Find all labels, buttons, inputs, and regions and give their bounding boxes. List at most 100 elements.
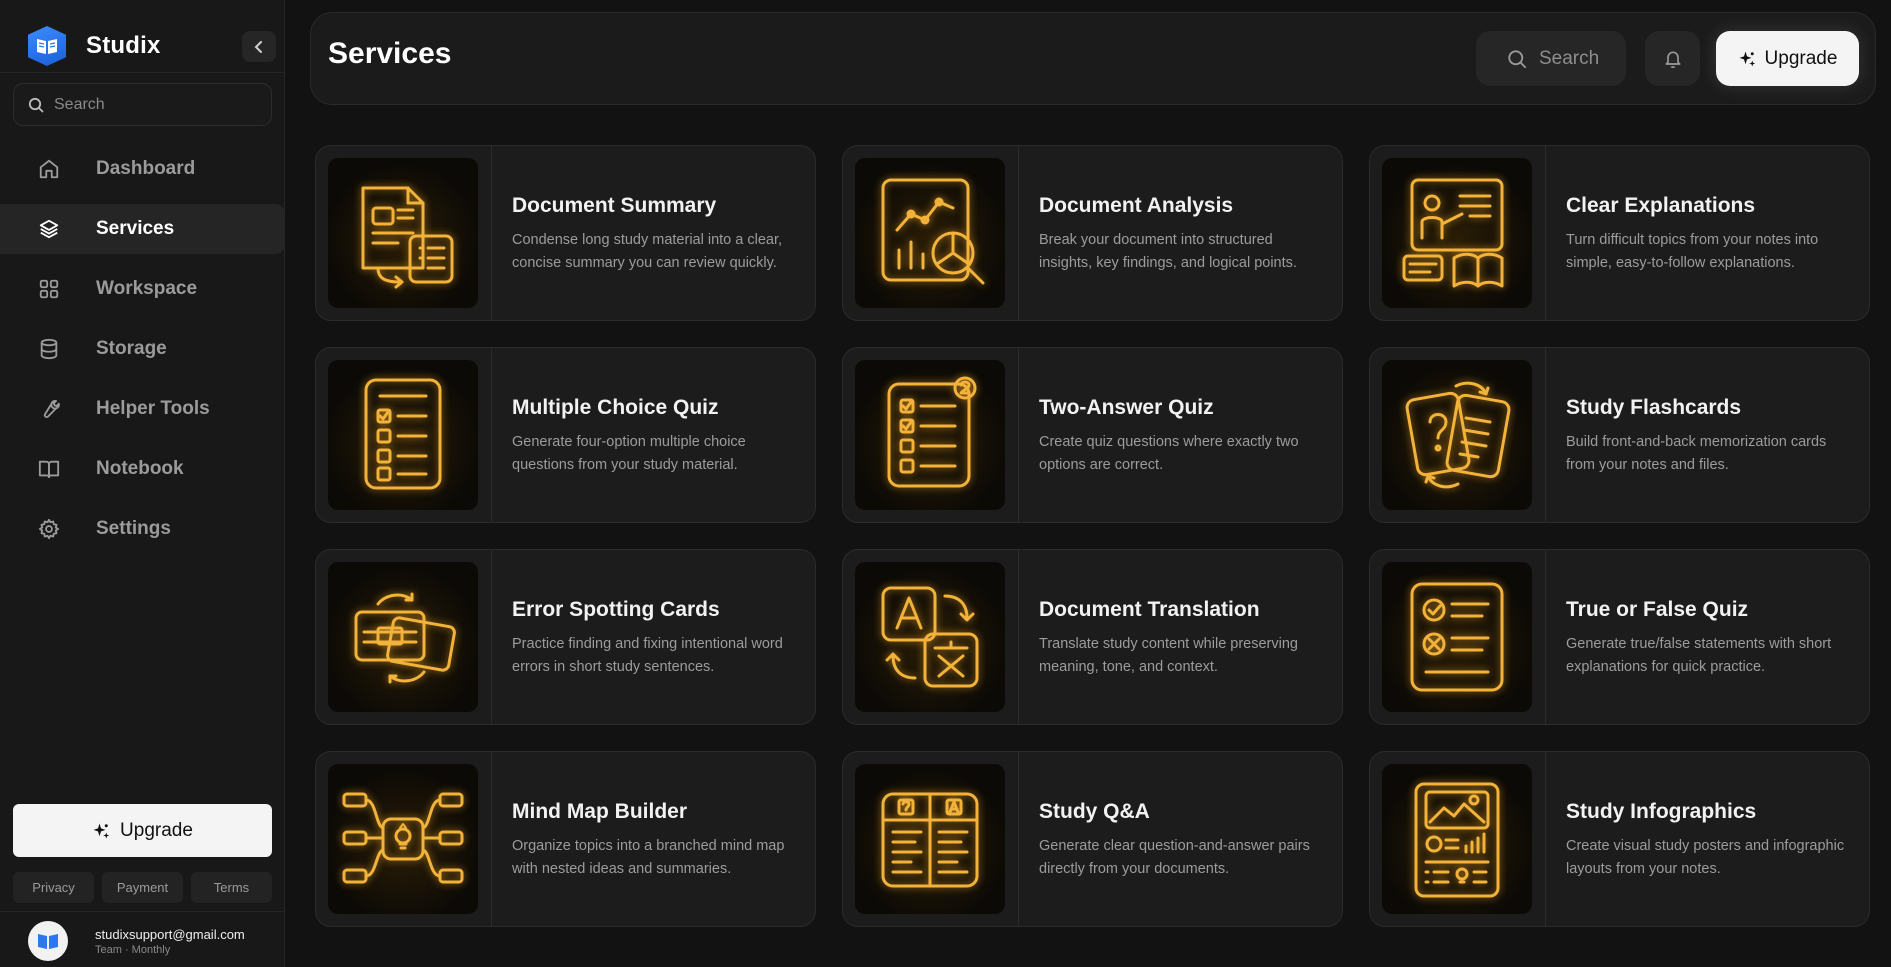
service-card-document-summary[interactable]: Document Summary Condense long study mat… <box>315 145 816 321</box>
teacher-board-icon <box>1382 158 1532 308</box>
page-title: Services <box>328 37 452 70</box>
chevron-left-icon <box>254 40 262 53</box>
studix-logo-icon <box>28 26 66 66</box>
payment-link[interactable]: Payment <box>102 872 183 903</box>
sidebar-item-label: Workspace <box>96 278 198 299</box>
service-card-document-analysis[interactable]: Document Analysis Break your document in… <box>842 145 1343 321</box>
header-search-button[interactable]: Search <box>1476 31 1626 86</box>
service-title: Study Q&A <box>1039 800 1150 823</box>
grid-icon <box>37 277 61 301</box>
checklist-icon <box>328 360 478 510</box>
wrench-icon <box>37 397 61 421</box>
qa-icon <box>855 764 1005 914</box>
gear-icon <box>37 517 61 541</box>
sidebar-item-services[interactable]: Services <box>0 204 285 254</box>
service-title: Two-Answer Quiz <box>1039 396 1214 419</box>
flashcards-icon <box>1382 360 1532 510</box>
page-header: Services Search Upgrade <box>310 12 1876 105</box>
service-description: Practice finding and fixing intentional … <box>512 636 783 675</box>
service-description: Break your document into structured insi… <box>1039 232 1297 271</box>
true-false-icon <box>1382 562 1532 712</box>
card-divider <box>491 752 492 926</box>
collapse-sidebar-button[interactable] <box>242 31 276 62</box>
service-card-multiple-choice-quiz[interactable]: Multiple Choice Quiz Generate four-optio… <box>315 347 816 523</box>
notifications-button[interactable] <box>1645 31 1700 86</box>
service-card-study-qa[interactable]: Study Q&A Generate clear question-and-an… <box>842 751 1343 927</box>
two-checks-icon <box>855 360 1005 510</box>
sidebar-item-label: Services <box>96 218 175 239</box>
sidebar-item-label: Dashboard <box>96 158 196 179</box>
service-description: Generate four-option multiple choice que… <box>512 434 746 473</box>
card-divider <box>491 550 492 724</box>
card-divider <box>1018 752 1019 926</box>
sidebar-search-input[interactable] <box>54 95 254 114</box>
card-divider <box>491 146 492 320</box>
service-description: Turn difficult topics from your notes in… <box>1566 232 1819 271</box>
sparkle-icon <box>93 823 110 838</box>
card-divider <box>1545 146 1546 320</box>
sidebar-item-helper-tools[interactable]: Helper Tools <box>0 384 285 434</box>
service-description: Create quiz questions where exactly two … <box>1039 434 1299 473</box>
header-upgrade-label: Upgrade <box>1764 47 1838 69</box>
header-upgrade-button[interactable]: Upgrade <box>1716 31 1859 86</box>
service-description: Build front-and-back memorization cards … <box>1566 434 1827 473</box>
user-account[interactable]: studixsupport@gmail.com Team · Monthly <box>28 921 245 961</box>
sidebar-item-label: Helper Tools <box>96 398 210 419</box>
service-title: Multiple Choice Quiz <box>512 396 719 419</box>
card-divider <box>1545 752 1546 926</box>
card-divider <box>1018 146 1019 320</box>
card-divider <box>491 348 492 522</box>
brand[interactable]: Studix <box>28 26 161 66</box>
brand-name: Studix <box>86 32 161 59</box>
header-search-label: Search <box>1539 47 1600 69</box>
service-card-study-infographics[interactable]: Study Infographics Create visual study p… <box>1369 751 1870 927</box>
sidebar-item-label: Notebook <box>96 458 184 479</box>
service-description: Create visual study posters and infograp… <box>1566 838 1845 877</box>
service-title: Clear Explanations <box>1566 194 1756 217</box>
mind-map-icon <box>328 764 478 914</box>
service-description: Translate study content while preserving… <box>1039 636 1298 675</box>
service-description: Condense long study material into a clea… <box>512 232 783 271</box>
service-description: Generate clear question-and-answer pairs… <box>1039 838 1310 877</box>
card-divider <box>1545 550 1546 724</box>
chart-magnifier-icon <box>855 158 1005 308</box>
swap-cards-icon <box>328 562 478 712</box>
service-title: True or False Quiz <box>1566 598 1749 621</box>
sidebar-item-workspace[interactable]: Workspace <box>0 264 285 314</box>
service-card-mind-map-builder[interactable]: Mind Map Builder Organize topics into a … <box>315 751 816 927</box>
book-icon <box>37 457 61 481</box>
service-card-study-flashcards[interactable]: Study Flashcards Build front-and-back me… <box>1369 347 1870 523</box>
sidebar-item-label: Settings <box>96 518 171 539</box>
user-email: studixsupport@gmail.com <box>95 926 245 942</box>
divider <box>0 72 285 73</box>
service-card-clear-explanations[interactable]: Clear Explanations Turn difficult topics… <box>1369 145 1870 321</box>
sidebar-search[interactable] <box>13 83 272 126</box>
privacy-link[interactable]: Privacy <box>13 872 94 903</box>
service-card-error-spotting-cards[interactable]: Error Spotting Cards Practice finding an… <box>315 549 816 725</box>
bell-icon <box>1665 51 1680 68</box>
translate-icon <box>855 562 1005 712</box>
home-icon <box>37 157 61 181</box>
terms-link[interactable]: Terms <box>191 872 272 903</box>
service-card-document-translation[interactable]: Document Translation Translate study con… <box>842 549 1343 725</box>
service-card-two-answer-quiz[interactable]: Two-Answer Quiz Create quiz questions wh… <box>842 347 1343 523</box>
studix-logo-icon <box>38 934 58 949</box>
sparkle-icon <box>1739 51 1755 66</box>
sidebar-item-label: Storage <box>96 338 167 359</box>
service-title: Document Analysis <box>1039 194 1234 217</box>
card-divider <box>1018 348 1019 522</box>
sidebar-upgrade-button[interactable]: Upgrade <box>13 804 272 857</box>
sidebar-item-storage[interactable]: Storage <box>0 324 285 374</box>
avatar <box>28 921 68 961</box>
card-divider <box>1545 348 1546 522</box>
sidebar-item-dashboard[interactable]: Dashboard <box>0 144 285 194</box>
service-title: Study Infographics <box>1566 800 1757 823</box>
sidebar-item-notebook[interactable]: Notebook <box>0 444 285 494</box>
sidebar-item-settings[interactable]: Settings <box>0 504 285 554</box>
service-description: Generate true/false statements with shor… <box>1566 636 1832 675</box>
service-title: Document Summary <box>512 194 717 217</box>
search-icon <box>1508 49 1527 68</box>
sidebar: Studix Dashboard Services Workspace Stor… <box>0 0 285 967</box>
service-card-true-or-false-quiz[interactable]: True or False Quiz Generate true/false s… <box>1369 549 1870 725</box>
service-description: Organize topics into a branched mind map… <box>512 838 785 877</box>
